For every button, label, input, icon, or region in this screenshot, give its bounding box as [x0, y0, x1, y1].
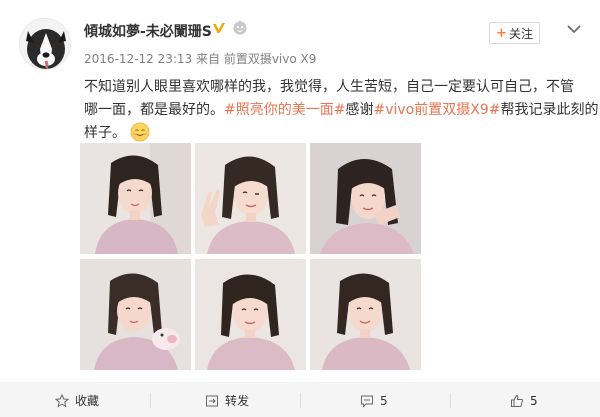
post-photo-6[interactable] — [310, 259, 421, 370]
favorite-button[interactable]: 收藏 — [55, 383, 99, 417]
post-text-segment: 帮我记录此刻的 — [500, 102, 599, 118]
post-photo-3[interactable] — [310, 143, 421, 254]
action-bar: 收藏 转发 5 5 — [0, 382, 600, 417]
member-icon[interactable] — [232, 20, 248, 36]
portrait-photo — [310, 259, 421, 370]
repost-label: 转发 — [225, 394, 250, 408]
smile-emoji-icon — [130, 122, 150, 142]
topic-link-1[interactable]: #照亮你的美一面# — [224, 102, 345, 118]
portrait-photo — [195, 259, 306, 370]
post-text-line-2: 哪一面，都是最好的。#照亮你的美一面#感谢#vivo前置双摄X9#帮我记录此刻的 — [84, 99, 598, 122]
post-photo-4[interactable] — [80, 259, 191, 370]
star-icon — [55, 393, 69, 408]
verified-badge-icon[interactable] — [211, 20, 227, 36]
chevron-down-icon[interactable] — [565, 22, 583, 36]
post-text-line-3: 样子。 — [84, 122, 584, 145]
post-text: 不知道别人眼里喜欢哪样的我，我觉得，人生苦短，自己一定要认可自己，不管 哪一面，… — [84, 76, 598, 145]
comment-icon — [361, 395, 373, 408]
divider — [300, 393, 301, 408]
post-photo-2[interactable] — [195, 143, 306, 254]
follow-button[interactable]: + 关注 — [489, 22, 540, 44]
comment-button[interactable]: 5 — [360, 383, 388, 417]
follow-label: 关注 — [508, 26, 533, 41]
weibo-post-card: 傾城如夢-未必闌珊S 2016-12-12 23:13 来自 前置双摄vivo … — [0, 0, 600, 417]
portrait-photo — [80, 143, 191, 254]
avatar-dog-image — [20, 19, 70, 69]
plus-icon: + — [496, 25, 507, 41]
post-photo-1[interactable] — [80, 143, 191, 254]
post-timestamp[interactable]: 2016-12-12 23:13 — [84, 52, 192, 66]
comment-count: 5 — [380, 393, 388, 408]
thumbs-up-icon — [511, 394, 524, 407]
repost-button[interactable]: 转发 — [205, 383, 249, 417]
post-photo-5[interactable] — [195, 259, 306, 370]
portrait-photo — [195, 143, 306, 254]
post-text-segment: 感谢 — [345, 102, 374, 118]
post-text-segment: 哪一面，都是最好的。 — [84, 102, 224, 118]
divider — [150, 393, 151, 408]
portrait-photo — [80, 259, 191, 370]
post-meta: 2016-12-12 23:13 来自 前置双摄vivo X9 — [84, 50, 316, 67]
post-text-segment: 样子。 — [84, 125, 126, 141]
source-prefix: 来自 — [195, 52, 220, 66]
post-text-line-1: 不知道别人眼里喜欢哪样的我，我觉得，人生苦短，自己一定要认可自己，不管 — [84, 79, 574, 95]
favorite-label: 收藏 — [75, 394, 100, 408]
repost-icon — [206, 395, 218, 406]
like-count: 5 — [530, 393, 538, 408]
avatar[interactable] — [19, 18, 71, 70]
topic-link-2[interactable]: #vivo前置双摄X9# — [373, 102, 500, 118]
photo-grid — [80, 143, 421, 370]
post-source[interactable]: 前置双摄vivo X9 — [224, 52, 317, 66]
divider — [450, 393, 451, 408]
portrait-photo — [310, 143, 421, 254]
username[interactable]: 傾城如夢-未必闌珊S — [84, 21, 212, 41]
like-button[interactable]: 5 — [510, 383, 538, 417]
